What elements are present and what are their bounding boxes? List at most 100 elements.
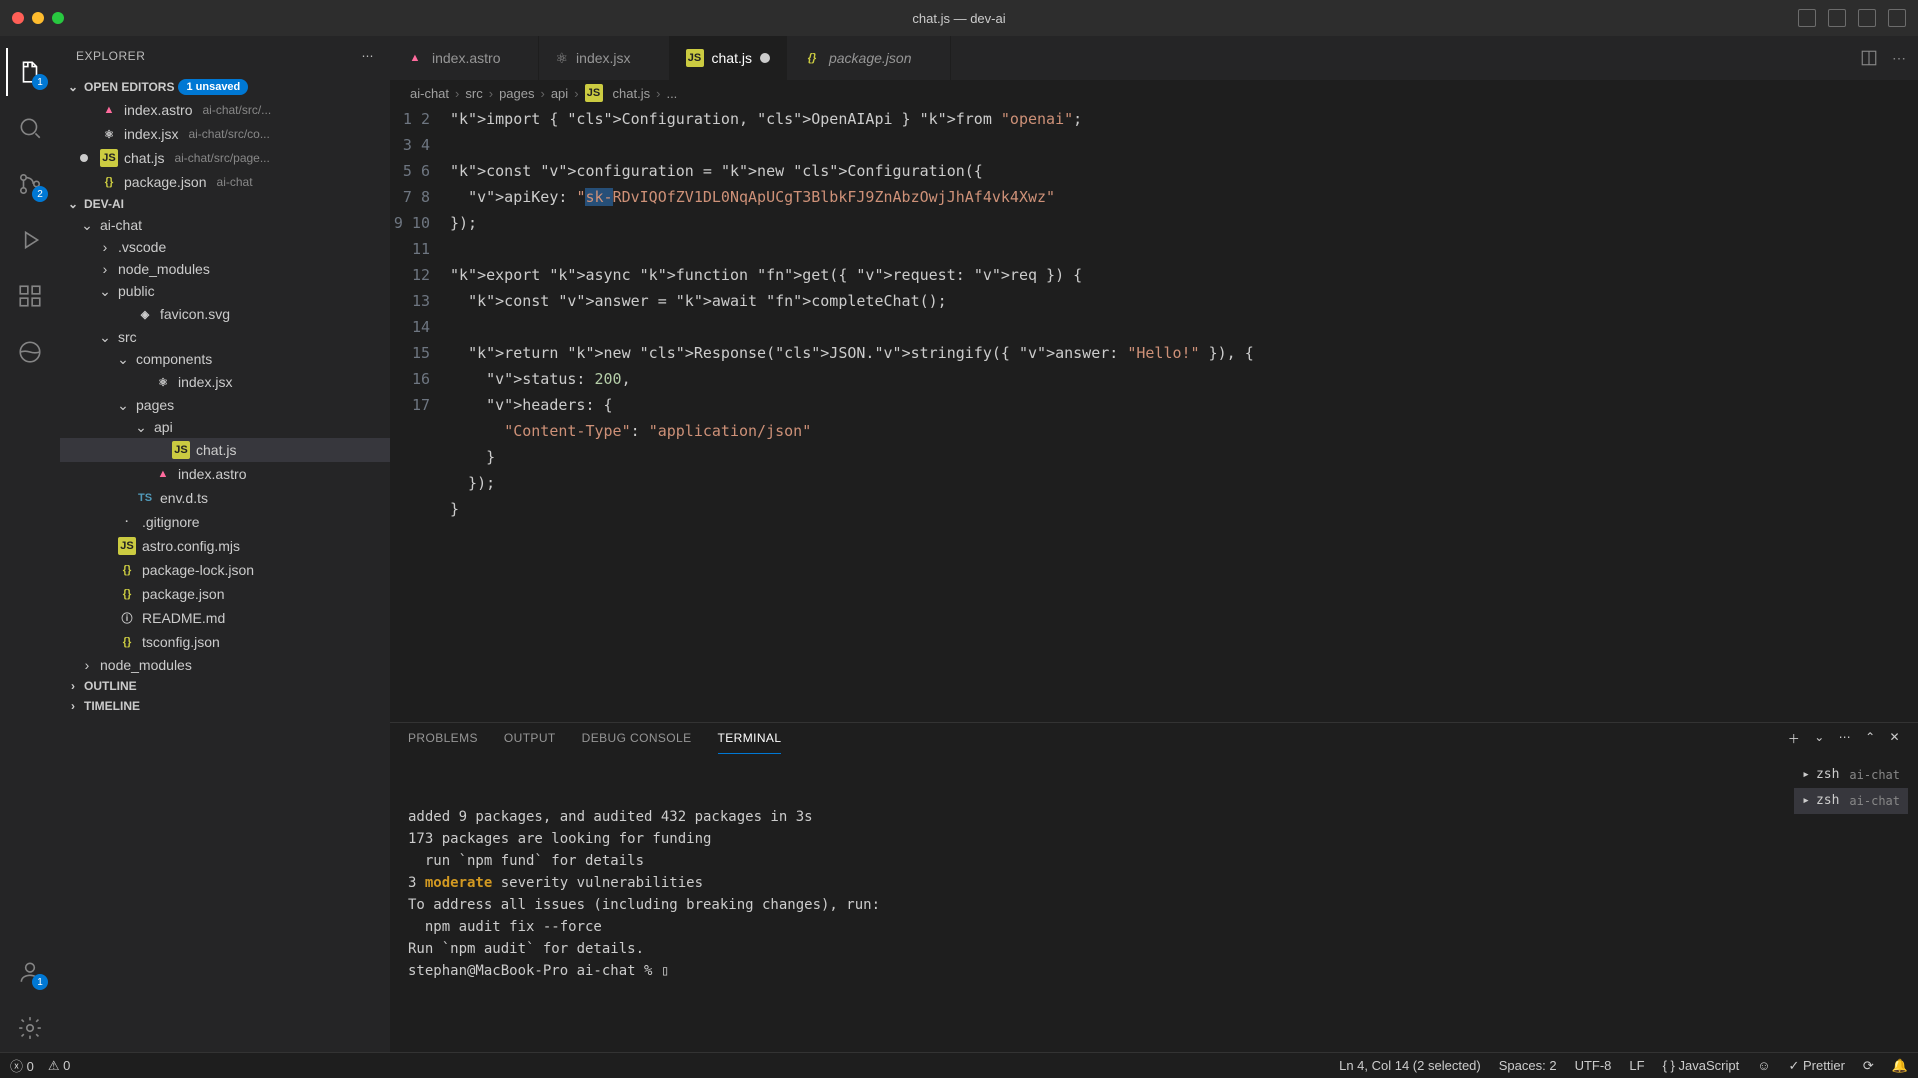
editor-tab[interactable]: JSchat.js (670, 36, 787, 80)
maximize-panel-icon[interactable]: ⌃ (1865, 730, 1875, 747)
terminal[interactable]: added 9 packages, and audited 432 packag… (390, 754, 1918, 1056)
outline-section[interactable]: › OUTLINE (60, 676, 390, 696)
folder-item[interactable]: ›.vscode (60, 236, 390, 258)
project-section[interactable]: ⌄ DEV-AI (60, 194, 390, 214)
split-editor-icon[interactable] (1860, 49, 1878, 67)
maximize-window[interactable] (52, 12, 64, 24)
file-icon: {} (118, 561, 136, 579)
activity-search[interactable] (6, 104, 54, 152)
item-label: node_modules (100, 657, 192, 673)
file-item[interactable]: {}package.json (60, 582, 390, 606)
open-editor-item[interactable]: {}package.jsonai-chat (60, 170, 390, 194)
window-controls (12, 12, 64, 24)
activity-explorer[interactable]: 1 (6, 48, 54, 96)
activity-run-debug[interactable] (6, 216, 54, 264)
panel-more-icon[interactable]: ⋯ (1839, 730, 1851, 747)
breadcrumb[interactable]: ai-chat›src›pages›api›JSchat.js›... (390, 80, 1918, 106)
editor-tab[interactable]: ▲index.astro✕ (390, 36, 539, 80)
chevron-down-icon: ⌄ (66, 80, 80, 94)
open-editor-item[interactable]: ▲index.astroai-chat/src/... (60, 98, 390, 122)
breadcrumb-item[interactable]: src (465, 86, 482, 101)
tab-label: index.jsx (576, 50, 630, 66)
panel-tab[interactable]: DEBUG CONSOLE (582, 723, 692, 754)
file-item[interactable]: {}tsconfig.json (60, 630, 390, 654)
close-window[interactable] (12, 12, 24, 24)
activity-source-control[interactable]: 2 (6, 160, 54, 208)
activity-settings[interactable] (6, 1004, 54, 1052)
layout-customize-icon[interactable] (1888, 9, 1906, 27)
minimize-window[interactable] (32, 12, 44, 24)
panel-tab[interactable]: PROBLEMS (408, 723, 478, 754)
file-item[interactable]: ▲index.astro (60, 462, 390, 486)
terminal-session[interactable]: ▸ zsh ai-chat (1794, 762, 1908, 788)
tab-more-icon[interactable]: ⋯ (1892, 50, 1906, 67)
activity-extensions[interactable] (6, 272, 54, 320)
folder-item[interactable]: ⌄public (60, 280, 390, 302)
open-editors-section[interactable]: ⌄ OPEN EDITORS 1 unsaved (60, 76, 390, 98)
status-warnings[interactable]: ⚠ 0 (48, 1058, 71, 1074)
breadcrumb-item[interactable]: ai-chat (410, 86, 449, 101)
editor-tab[interactable]: {}package.json✕ (787, 36, 951, 80)
file-item[interactable]: ◈favicon.svg (60, 302, 390, 326)
scm-badge: 2 (32, 186, 48, 202)
file-item[interactable]: ⚛index.jsx (60, 370, 390, 394)
code-editor[interactable]: 1 2 3 4 5 6 7 8 9 10 11 12 13 14 15 16 1… (390, 106, 1918, 722)
open-editor-item[interactable]: JSchat.jsai-chat/src/page... (60, 146, 390, 170)
folder-item[interactable]: ⌄pages (60, 394, 390, 416)
folder-item[interactable]: ›node_modules (60, 258, 390, 280)
chevron-down-icon: ⌄ (134, 420, 148, 434)
terminal-session[interactable]: ▸ zsh ai-chat (1794, 788, 1908, 814)
open-editor-item[interactable]: ⚛index.jsxai-chat/src/co... (60, 122, 390, 146)
folder-item[interactable]: ›node_modules (60, 654, 390, 676)
status-bell-icon[interactable]: 🔔 (1892, 1058, 1908, 1074)
titlebar: chat.js — dev-ai (0, 0, 1918, 36)
status-spaces[interactable]: Spaces: 2 (1499, 1058, 1557, 1073)
file-item[interactable]: ⓘREADME.md (60, 606, 390, 630)
breadcrumb-item[interactable]: api (551, 86, 568, 101)
file-item[interactable]: {}package-lock.json (60, 558, 390, 582)
tab-label: index.astro (432, 50, 500, 66)
status-spellcheck-icon[interactable]: ⟳ (1863, 1058, 1874, 1074)
status-cursor[interactable]: Ln 4, Col 14 (2 selected) (1339, 1058, 1481, 1073)
chevron-right-icon: › (66, 679, 80, 693)
editor-tab[interactable]: ⚛index.jsx✕ (539, 36, 669, 80)
breadcrumb-item[interactable]: pages (499, 86, 534, 101)
tab-label: chat.js (712, 50, 752, 66)
status-errors[interactable]: ⓧ 0 (10, 1056, 34, 1075)
breadcrumb-separator: › (455, 86, 459, 101)
folder-item[interactable]: ⌄api (60, 416, 390, 438)
terminal-line: npm audit fix --force (408, 916, 1900, 938)
status-encoding[interactable]: UTF-8 (1575, 1058, 1612, 1073)
folder-item[interactable]: ⌄ai-chat (60, 214, 390, 236)
folder-item[interactable]: ⌄src (60, 326, 390, 348)
breadcrumb-item[interactable]: chat.js (613, 86, 651, 101)
file-item[interactable]: TSenv.d.ts (60, 486, 390, 510)
terminal-dropdown-icon[interactable]: ⌄ (1814, 730, 1824, 747)
file-item[interactable]: JSchat.js (60, 438, 390, 462)
panel-tab[interactable]: TERMINAL (718, 723, 782, 754)
layout-secondary-icon[interactable] (1858, 9, 1876, 27)
layout-sidebar-icon[interactable] (1798, 9, 1816, 27)
layout-panel-icon[interactable] (1828, 9, 1846, 27)
terminal-line: run `npm fund` for details (408, 850, 1900, 872)
folder-item[interactable]: ⌄components (60, 348, 390, 370)
activity-edge[interactable] (6, 328, 54, 376)
status-feedback-icon[interactable]: ☺ (1757, 1058, 1770, 1073)
file-item[interactable]: ·.gitignore (60, 510, 390, 534)
terminal-line: stephan@MacBook-Pro ai-chat % ▯ (408, 960, 1900, 982)
explorer-sidebar: EXPLORER ⋯ ⌄ OPEN EDITORS 1 unsaved ▲ind… (60, 36, 390, 1052)
breadcrumb-item[interactable]: ... (666, 86, 677, 101)
item-label: astro.config.mjs (142, 538, 240, 554)
status-prettier[interactable]: ✓ Prettier (1788, 1058, 1844, 1074)
file-path: ai-chat/src/page... (174, 151, 269, 165)
status-lang[interactable]: { } JavaScript (1663, 1058, 1740, 1073)
terminal-line: Run `npm audit` for details. (408, 938, 1900, 960)
panel-tab[interactable]: OUTPUT (504, 723, 556, 754)
file-item[interactable]: JSastro.config.mjs (60, 534, 390, 558)
status-eol[interactable]: LF (1629, 1058, 1644, 1073)
activity-account[interactable]: 1 (6, 948, 54, 996)
new-terminal-icon[interactable]: ＋ (1788, 730, 1800, 747)
close-panel-icon[interactable]: ✕ (1890, 730, 1900, 747)
timeline-section[interactable]: › TIMELINE (60, 696, 390, 716)
explorer-more-icon[interactable]: ⋯ (362, 49, 375, 63)
